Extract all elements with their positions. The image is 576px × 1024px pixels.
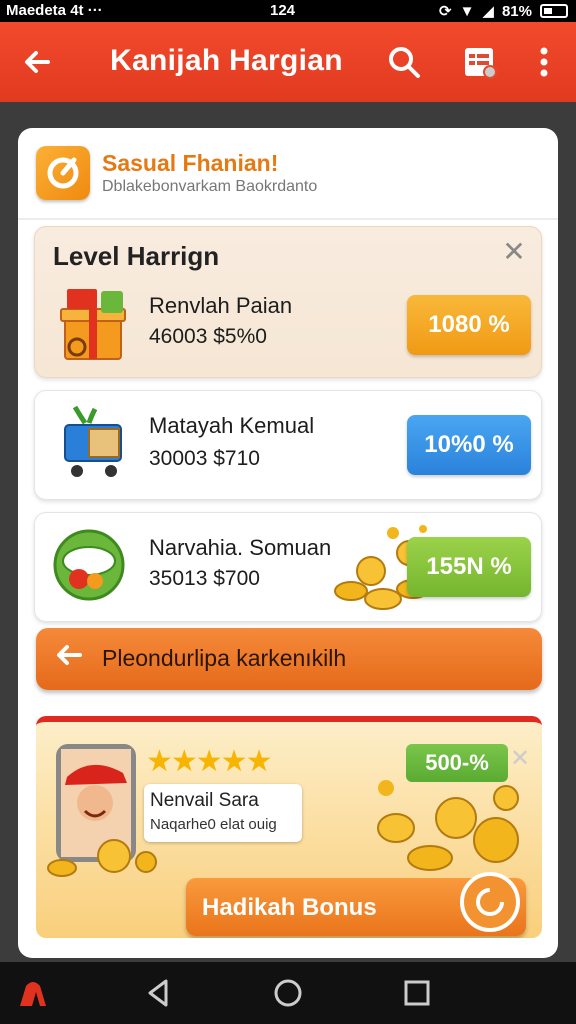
level-card-2[interactable]: Matayah Kemual 30003 $710 10%0 % [34,390,542,500]
percent-button[interactable]: 10%0 % [407,415,531,475]
action-label: Pleondurlipa karkenıkilh [102,645,347,671]
level-card-1[interactable]: Level Harrign ✕ Renvlah Paian 46003 $5%0… [34,226,542,378]
level-item-amount: 30003 $710 [149,447,260,470]
search-button[interactable] [384,42,424,82]
arrow-left-icon [25,51,50,73]
content-card: Sasual Fhanian! Dblakebonvarkam Baokrdan… [18,128,558,958]
status-bar: Maedeta 4t ··· 124 ⟳ ▼ ◢ 81% [0,0,576,22]
logo-icon [47,157,79,189]
bonus-button-label: Hadikah Bonus [202,894,377,921]
level-item-amount: 35013 $700 [149,567,260,590]
promo-subtitle: Dblakebonvarkam Baokrdanto [102,178,318,195]
percent-button[interactable]: 1080 % [407,295,531,355]
refresh-icon [460,872,520,932]
bonus-percent-badge: 500-% [406,744,508,782]
system-nav-bar [0,962,576,1024]
clock: 124 [270,2,296,19]
level-item-name: Renvlah Paian [149,293,293,318]
battery-icon [540,4,568,18]
level-card-3[interactable]: Narvahia. Somuan 35013 $700 155N % [34,512,542,622]
page-title: Kanijah Hargian [110,44,343,77]
shopping-cart-icon [55,403,135,483]
recents-nav-icon[interactable] [400,976,434,1010]
more-options-button[interactable] [524,42,564,82]
back-action-bar[interactable]: Pleondurlipa karkenıkilh [36,628,542,690]
sale-tag-icon [51,527,131,607]
carrier-label: Maedeta 4t ··· [6,2,103,19]
status-icons: ⟳ ▼ ◢ 81% [439,2,568,20]
level-heading: Level Harrign [53,241,220,271]
promo-title: Sasual Fhanian! [102,150,279,176]
rating-stars: ★★★★★ [146,745,272,778]
bonus-info-card: Nenvail Sara Naqarhe0 elat ouig [144,784,302,842]
wifi-icon: ▼ [459,2,475,20]
close-button[interactable]: ✕ [499,237,529,267]
app-shortcut-icon[interactable] [16,976,50,1010]
back-nav-icon[interactable] [142,976,176,1010]
bonus-subtitle: Naqarhe0 elat ouig [150,816,277,833]
document-list-icon [465,48,497,79]
arrow-left-icon [54,640,84,678]
promo-header: Sasual Fhanian! Dblakebonvarkam Baokrdan… [18,128,558,220]
bonus-banner[interactable]: ★★★★★ Nenvail Sara Naqarhe0 elat ouig 50… [36,716,542,938]
app-logo [36,146,90,200]
back-button[interactable] [18,42,58,82]
gift-box-icon [55,285,135,365]
sync-icon: ⟳ [438,3,452,20]
list-button[interactable] [460,42,500,82]
coins-left-icon [42,832,162,882]
gold-coins-stack-icon [356,778,536,878]
level-item-name: Narvahia. Somuan [149,535,332,560]
search-icon [389,47,420,78]
close-icon[interactable]: ✕ [510,744,530,773]
battery-percent: 81% [501,2,532,20]
app-bar: Kanijah Hargian [0,22,576,102]
bonus-button[interactable]: Hadikah Bonus [186,872,526,936]
signal-icon: ◢ [482,3,494,20]
bonus-title: Nenvail Sara [150,790,259,811]
home-nav-icon[interactable] [271,976,305,1010]
percent-button[interactable]: 155N % [407,537,531,597]
level-item-name: Matayah Kemual [149,413,315,438]
more-vert-icon [540,47,548,77]
level-item-amount: 46003 $5%0 [149,325,267,348]
